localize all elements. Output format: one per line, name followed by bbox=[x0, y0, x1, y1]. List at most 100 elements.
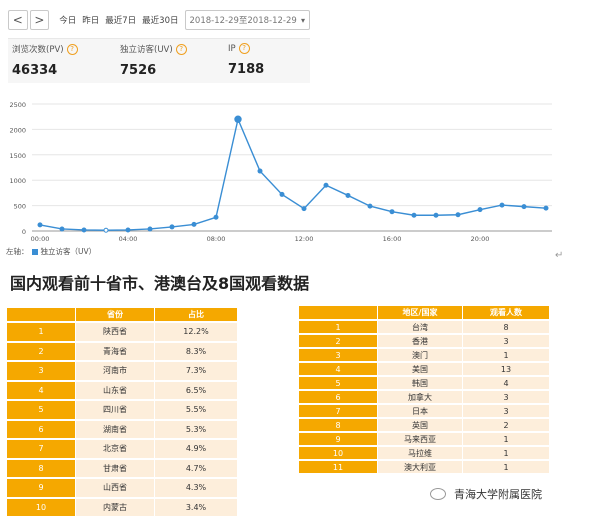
value-cell: 12.2% bbox=[155, 323, 237, 341]
return-icon: ↵ bbox=[555, 250, 564, 261]
next-button[interactable]: > bbox=[29, 10, 50, 30]
name-cell: 陕西省 bbox=[76, 323, 154, 341]
table-row: 6 湖南省 5.3% bbox=[7, 420, 237, 438]
data-point bbox=[543, 205, 549, 211]
row-index-cell: 3 bbox=[7, 362, 75, 380]
col-header-share: 占比 bbox=[155, 308, 237, 321]
data-point bbox=[389, 209, 395, 215]
stat-pv: 浏览次数(PV)? 46334 bbox=[12, 43, 78, 78]
range-yesterday[interactable]: 昨日 bbox=[82, 14, 99, 26]
table-row: 7 日本 3 bbox=[299, 405, 549, 417]
range-30d[interactable]: 最近30日 bbox=[142, 14, 178, 26]
name-cell: 山东省 bbox=[76, 381, 154, 399]
name-cell: 四川省 bbox=[76, 401, 154, 419]
name-cell: 河南市 bbox=[76, 362, 154, 380]
data-point bbox=[234, 115, 242, 123]
name-cell: 澳大利亚 bbox=[378, 461, 462, 473]
value-cell: 8.3% bbox=[155, 342, 237, 360]
data-point bbox=[477, 207, 483, 213]
name-cell: 澳门 bbox=[378, 349, 462, 361]
data-point bbox=[37, 222, 43, 228]
value-cell: 1 bbox=[463, 447, 549, 459]
row-index-cell: 7 bbox=[7, 440, 75, 458]
table-row: 6 加拿大 3 bbox=[299, 391, 549, 403]
table-row: 7 北京省 4.9% bbox=[7, 440, 237, 458]
row-index-cell: 2 bbox=[7, 342, 75, 360]
value-cell: 1 bbox=[463, 461, 549, 473]
uv-line-chart: 0 500 1000 1500 2000 2500 00:00 04:00 08:00 12:00… bbox=[0, 90, 589, 260]
name-cell: 韩国 bbox=[378, 377, 462, 389]
table-row: 2 香港 3 bbox=[299, 335, 549, 347]
value-cell: 5.5% bbox=[155, 401, 237, 419]
name-cell: 山西省 bbox=[76, 479, 154, 497]
help-icon[interactable]: ? bbox=[66, 44, 78, 55]
help-icon[interactable]: ? bbox=[238, 43, 250, 54]
value-cell: 4.9% bbox=[155, 440, 237, 458]
x-tick-label: 16:00 bbox=[383, 235, 402, 243]
data-point bbox=[147, 226, 153, 232]
stat-value: 46334 bbox=[12, 63, 58, 78]
stat-value: 7188 bbox=[228, 62, 265, 77]
table-row: 5 韩国 4 bbox=[299, 377, 549, 389]
range-today[interactable]: 今日 bbox=[59, 14, 76, 26]
table-row: 4 山东省 6.5% bbox=[7, 381, 237, 399]
chevron-left-icon: < bbox=[12, 13, 23, 27]
range-7d[interactable]: 最近7日 bbox=[105, 14, 136, 26]
y-tick-label: 1500 bbox=[9, 152, 26, 160]
table-row: 9 山西省 4.3% bbox=[7, 479, 237, 497]
col-header-region: 地区/国家 bbox=[378, 306, 462, 319]
help-icon[interactable]: ? bbox=[175, 44, 187, 55]
prev-button[interactable]: < bbox=[8, 10, 28, 30]
date-toolbar: < > 今日 昨日 最近7日 最近30日 2018-12-29至2018-12-… bbox=[8, 8, 310, 32]
value-cell: 4.3% bbox=[155, 479, 237, 497]
x-tick-label: 04:00 bbox=[119, 235, 138, 243]
table-header-row: 地区/国家 观看人数 bbox=[299, 306, 549, 319]
y-tick-label: 2000 bbox=[9, 126, 26, 134]
data-point bbox=[411, 212, 417, 218]
col-header-index bbox=[299, 306, 377, 319]
data-point bbox=[521, 204, 527, 210]
name-cell: 香港 bbox=[378, 335, 462, 347]
name-cell: 湖南省 bbox=[76, 420, 154, 438]
chevron-right-icon: > bbox=[34, 13, 45, 27]
data-point bbox=[169, 224, 175, 230]
table-row: 8 甘肃省 4.7% bbox=[7, 459, 237, 477]
row-index-cell: 8 bbox=[7, 459, 75, 477]
data-point bbox=[103, 227, 109, 233]
stat-label: 浏览次数(PV) bbox=[12, 45, 64, 55]
row-index-cell: 4 bbox=[7, 381, 75, 399]
name-cell: 日本 bbox=[378, 405, 462, 417]
data-point bbox=[345, 192, 351, 198]
chart-legend: 左轴： 独立访客（UV） bbox=[6, 246, 96, 257]
x-tick-label: 00:00 bbox=[31, 235, 50, 243]
row-index-cell: 1 bbox=[7, 323, 75, 341]
value-cell: 3 bbox=[463, 335, 549, 347]
date-range-picker[interactable]: 2018-12-29至2018-12-29 ▾ bbox=[184, 10, 310, 30]
table-row: 9 马来西亚 1 bbox=[299, 433, 549, 445]
stat-uv: 独立访客(UV)? 7526 bbox=[120, 43, 187, 78]
chevron-down-icon: ▾ bbox=[300, 15, 305, 25]
table-header-row: 省份 占比 bbox=[7, 308, 237, 321]
wechat-watermark: 青海大学附属医院 bbox=[430, 486, 542, 502]
row-index-cell: 6 bbox=[7, 420, 75, 438]
table-row: 10 马拉维 1 bbox=[299, 447, 549, 459]
value-cell: 3 bbox=[463, 405, 549, 417]
row-index-cell: 4 bbox=[299, 363, 377, 375]
value-cell: 2 bbox=[463, 419, 549, 431]
row-index-cell: 10 bbox=[7, 498, 75, 516]
name-cell: 北京省 bbox=[76, 440, 154, 458]
row-index-cell: 2 bbox=[299, 335, 377, 347]
y-tick-label: 500 bbox=[14, 203, 26, 211]
row-index-cell: 5 bbox=[7, 401, 75, 419]
y-tick-label: 0 bbox=[22, 228, 26, 236]
col-header-index bbox=[7, 308, 75, 321]
table-row: 8 英国 2 bbox=[299, 419, 549, 431]
stat-ip: IP? 7188 bbox=[228, 43, 264, 77]
data-point bbox=[213, 214, 219, 220]
value-cell: 3.4% bbox=[155, 498, 237, 516]
name-cell: 加拿大 bbox=[378, 391, 462, 403]
table-row: 1 台湾 8 bbox=[299, 321, 549, 333]
table-row: 3 澳门 1 bbox=[299, 349, 549, 361]
value-cell: 8 bbox=[463, 321, 549, 333]
table-row: 5 四川省 5.5% bbox=[7, 401, 237, 419]
